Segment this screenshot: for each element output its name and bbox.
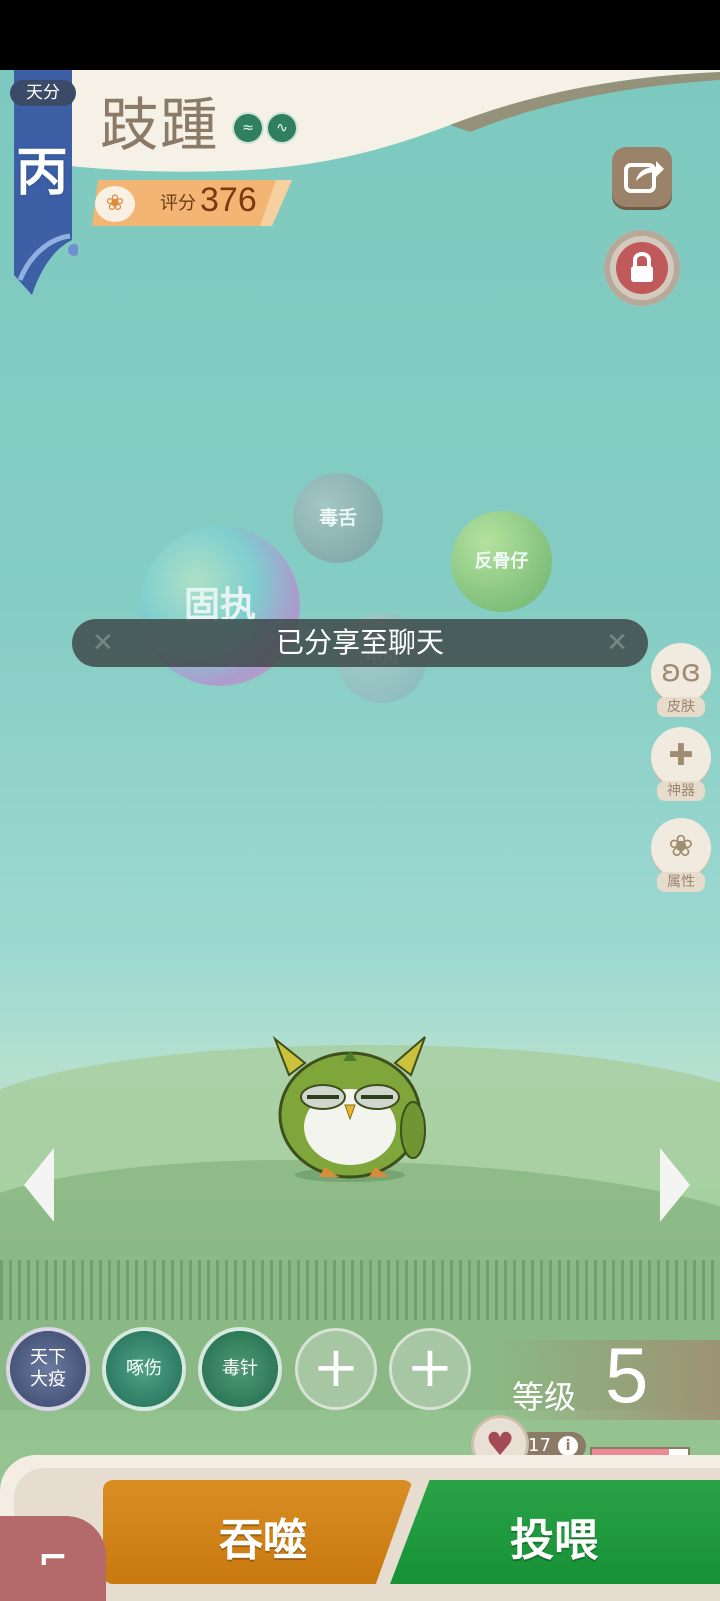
skill-poison-needle[interactable]: 毒针 [202,1331,278,1407]
trait-bubble-rebel[interactable]: 反骨仔 [451,511,552,612]
toast-message: ✕ 已分享至聊天 ✕ [72,619,648,667]
devour-button[interactable]: 吞噬 [103,1480,413,1584]
add-skill-button-2[interactable]: + [392,1331,468,1407]
pet-name: 跂踵 [100,91,221,159]
paw-icon: ❀ [95,186,135,222]
attribute-button[interactable]: ❀ 属性 [651,818,711,892]
skin-button[interactable]: ʚɞ 皮肤 [651,643,711,717]
butterfly-icon: ʚɞ [651,643,711,703]
info-icon[interactable]: i [558,1436,578,1456]
feed-button[interactable]: 投喂 [390,1480,720,1584]
previous-arrow-icon[interactable] [24,1148,54,1222]
wind-element-icon: ∿ [266,112,298,144]
skill-plague-line1: 天下 [30,1347,66,1368]
next-arrow-icon[interactable] [660,1148,690,1222]
trait-bubble-poison-tongue[interactable]: 毒舌 [293,473,383,563]
share-icon [624,161,664,193]
share-button[interactable] [612,147,672,207]
water-element-icon: ≈ [232,112,264,144]
level-label: 等级 [512,1378,577,1416]
plus-icon: ✚ [651,727,711,787]
feed-label: 投喂 [510,1515,598,1566]
score-label: 评分 [160,193,196,214]
status-bar [0,0,720,70]
lock-button[interactable] [604,230,680,306]
attribute-label: 属性 [657,872,705,892]
lock-icon [616,242,668,294]
paw-icon: ❀ [651,818,711,878]
toast-ornament-right-icon: ✕ [606,628,628,658]
score-value: 376 [200,181,257,219]
toast-text: 已分享至聊天 [275,626,444,659]
artifact-label: 神器 [657,781,705,801]
skill-plague[interactable]: 天下 大疫 [10,1331,86,1407]
skill-peck[interactable]: 啄伤 [106,1331,182,1407]
add-skill-button[interactable]: + [298,1331,374,1407]
artifact-button[interactable]: ✚ 神器 [651,727,711,801]
rank-value: 丙 [15,142,68,203]
element-icons: ≈ ∿ [232,112,298,144]
skin-label: 皮肤 [657,697,705,717]
rank-label: 天分 [10,80,76,106]
level-value: 5 [605,1331,649,1419]
pet-character[interactable] [265,1035,435,1185]
app-logo-icon[interactable]: ⌐ [0,1516,106,1601]
background-grass [0,1260,720,1320]
toast-ornament-left-icon: ✕ [92,628,114,658]
devour-label: 吞噬 [219,1515,307,1566]
skill-plague-line2: 大疫 [30,1369,66,1390]
